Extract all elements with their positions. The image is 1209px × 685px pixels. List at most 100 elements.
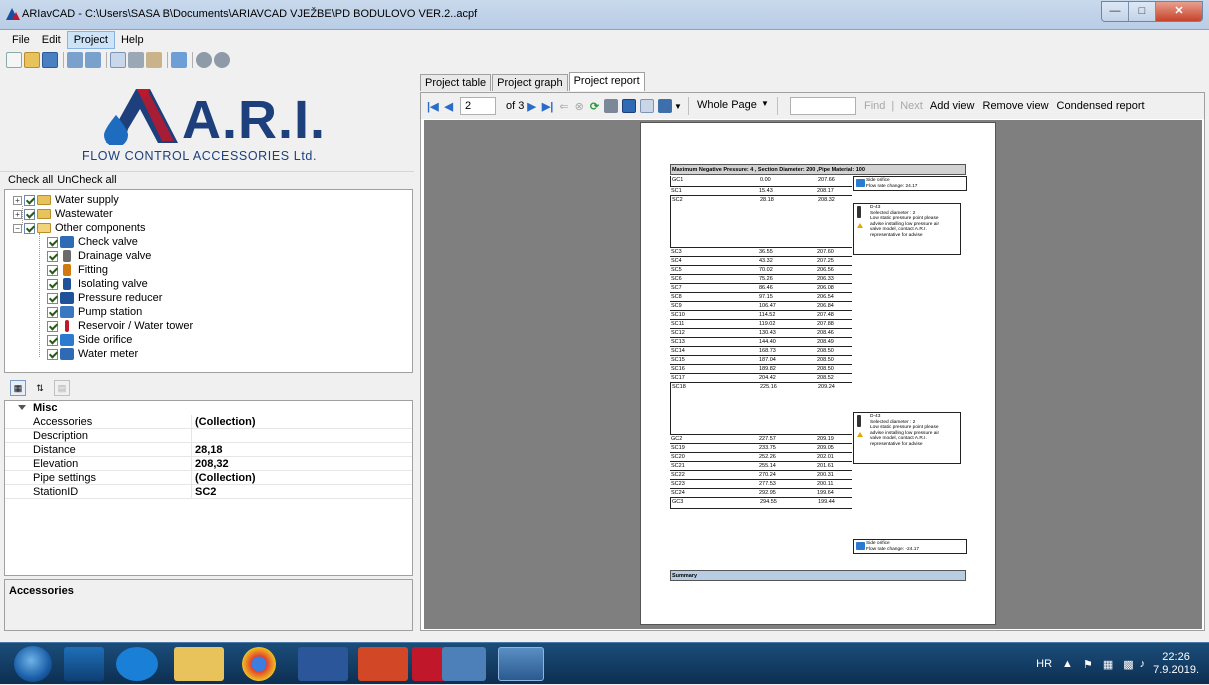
categorized-view-icon[interactable]: ▦ xyxy=(10,380,26,396)
checkbox[interactable] xyxy=(47,292,58,304)
language-indicator[interactable]: HR xyxy=(1036,658,1052,670)
options-gear-icon[interactable] xyxy=(214,52,230,68)
report-viewer[interactable]: Maximum Negative Pressure: 4 , Section D… xyxy=(424,120,1202,629)
tree-group-other-components[interactable]: − Other components xyxy=(13,221,146,235)
tree-item-pressure-reducer[interactable]: Pressure reducer xyxy=(47,291,162,305)
redo-icon[interactable] xyxy=(85,52,101,68)
close-button[interactable]: ✕ xyxy=(1156,2,1202,21)
property-value[interactable]: SC2 xyxy=(195,486,216,498)
property-value[interactable]: 28,18 xyxy=(195,444,223,456)
checkbox[interactable] xyxy=(47,250,58,262)
start-button[interactable] xyxy=(14,646,52,682)
checkbox[interactable] xyxy=(47,236,58,248)
chrome-icon[interactable] xyxy=(242,647,276,681)
print-layout-icon[interactable] xyxy=(622,99,637,113)
property-row[interactable]: Pipe settings (Collection) xyxy=(5,471,412,485)
print-icon[interactable] xyxy=(604,99,619,113)
zoom-select[interactable]: Whole Page ▼ xyxy=(687,97,778,115)
previous-page-icon[interactable]: ◀ xyxy=(445,100,453,113)
property-value[interactable]: (Collection) xyxy=(195,472,256,484)
find-input[interactable] xyxy=(789,97,856,115)
collapse-arrow-icon[interactable] xyxy=(18,405,26,410)
sort-alphabetical-icon[interactable]: ⇅ xyxy=(32,380,48,396)
checkbox[interactable] xyxy=(47,334,58,346)
property-row[interactable]: StationID SC2 xyxy=(5,485,412,499)
ariavcad-taskbar-icon[interactable] xyxy=(498,647,544,681)
expand-icon[interactable]: + xyxy=(13,209,22,219)
tree-item-isolating-valve[interactable]: Isolating valve xyxy=(47,277,148,291)
menu-help[interactable]: Help xyxy=(115,32,150,48)
remove-view-button[interactable]: Remove view xyxy=(983,100,1049,112)
flag-icon[interactable]: ⚑ xyxy=(1083,658,1093,671)
tree-item-side-orifice[interactable]: Side orifice xyxy=(47,333,132,347)
collapse-icon[interactable]: − xyxy=(13,223,22,233)
property-row[interactable]: Elevation 208,32 xyxy=(5,457,412,471)
first-page-icon[interactable]: |◀ xyxy=(427,100,439,113)
property-row[interactable]: Accessories (Collection) xyxy=(5,415,412,429)
word-icon[interactable] xyxy=(298,647,348,681)
checkbox[interactable] xyxy=(47,348,58,360)
tree-item-check-valve[interactable]: Check valve xyxy=(47,235,138,249)
page-setup-icon[interactable] xyxy=(640,99,655,113)
export-icon[interactable] xyxy=(658,99,673,113)
undo-icon[interactable] xyxy=(67,52,83,68)
export-dropdown-icon[interactable]: ▼ xyxy=(674,102,682,111)
tab-project-report[interactable]: Project report xyxy=(568,72,645,91)
expand-icon[interactable]: + xyxy=(13,195,22,205)
media-player-icon[interactable] xyxy=(64,647,104,681)
checkbox[interactable] xyxy=(47,306,58,318)
last-page-icon[interactable]: ▶| xyxy=(542,100,554,113)
file-explorer-icon[interactable] xyxy=(174,647,224,681)
copy-icon[interactable] xyxy=(110,52,126,68)
property-category[interactable]: Misc xyxy=(5,401,412,415)
tab-project-table[interactable]: Project table xyxy=(420,74,492,91)
volume-icon[interactable]: ♪ xyxy=(1140,658,1146,670)
property-value[interactable]: (Collection) xyxy=(195,416,256,428)
menu-edit[interactable]: Edit xyxy=(36,32,67,48)
property-value[interactable]: 208,32 xyxy=(195,458,229,470)
powerpoint-icon[interactable] xyxy=(358,647,408,681)
checkbox[interactable] xyxy=(47,264,58,276)
internet-explorer-icon[interactable] xyxy=(116,647,158,681)
tree-item-pump-station[interactable]: Pump station xyxy=(47,305,142,319)
next-page-icon[interactable]: ▶ xyxy=(527,100,535,113)
tab-project-graph[interactable]: Project graph xyxy=(492,74,568,91)
report-icon[interactable] xyxy=(171,52,187,68)
page-number-input[interactable]: 2 xyxy=(460,97,497,115)
menu-file[interactable]: File xyxy=(6,32,36,48)
checkbox[interactable] xyxy=(24,208,35,220)
tree-item-fitting[interactable]: Fitting xyxy=(47,263,108,277)
property-row[interactable]: Description xyxy=(5,429,412,443)
next-button[interactable]: Next xyxy=(900,100,923,112)
checkbox[interactable] xyxy=(47,278,58,290)
paste-icon[interactable] xyxy=(146,52,162,68)
check-all-button[interactable]: Check all xyxy=(8,174,53,186)
find-button[interactable]: Find xyxy=(864,100,885,112)
minimize-button[interactable]: — xyxy=(1102,2,1129,21)
tree-item-drainage-valve[interactable]: Drainage valve xyxy=(47,249,151,263)
settings-gear-icon[interactable] xyxy=(196,52,212,68)
tree-group-water-supply[interactable]: + Water supply xyxy=(13,193,119,207)
checkbox[interactable] xyxy=(47,320,58,332)
add-view-button[interactable]: Add view xyxy=(930,100,975,112)
maximize-button[interactable]: □ xyxy=(1129,2,1156,21)
property-row[interactable]: Distance 28,18 xyxy=(5,443,412,457)
tree-group-wastewater[interactable]: + Wastewater xyxy=(13,207,113,221)
battery-icon[interactable]: ▦ xyxy=(1103,658,1113,671)
stop-icon[interactable]: ⊗ xyxy=(575,100,584,113)
back-icon[interactable]: ⇐ xyxy=(559,100,568,113)
cut-icon[interactable] xyxy=(128,52,144,68)
uncheck-all-button[interactable]: UnCheck all xyxy=(57,174,116,186)
new-file-icon[interactable] xyxy=(6,52,22,68)
refresh-icon[interactable]: ⟳ xyxy=(590,100,599,113)
condensed-report-button[interactable]: Condensed report xyxy=(1057,100,1145,112)
checkbox[interactable] xyxy=(24,222,35,234)
open-folder-icon[interactable] xyxy=(24,52,40,68)
chevron-up-icon[interactable]: ▲ xyxy=(1062,658,1073,670)
tree-item-water-meter[interactable]: Water meter xyxy=(47,347,138,361)
signal-icon[interactable]: ▩ xyxy=(1123,658,1133,671)
paint-icon[interactable] xyxy=(442,647,486,681)
tree-item-reservoir[interactable]: Reservoir / Water tower xyxy=(47,319,193,333)
menu-project[interactable]: Project xyxy=(66,30,115,49)
clock[interactable]: 22:26 7.9.2019. xyxy=(1153,651,1199,677)
